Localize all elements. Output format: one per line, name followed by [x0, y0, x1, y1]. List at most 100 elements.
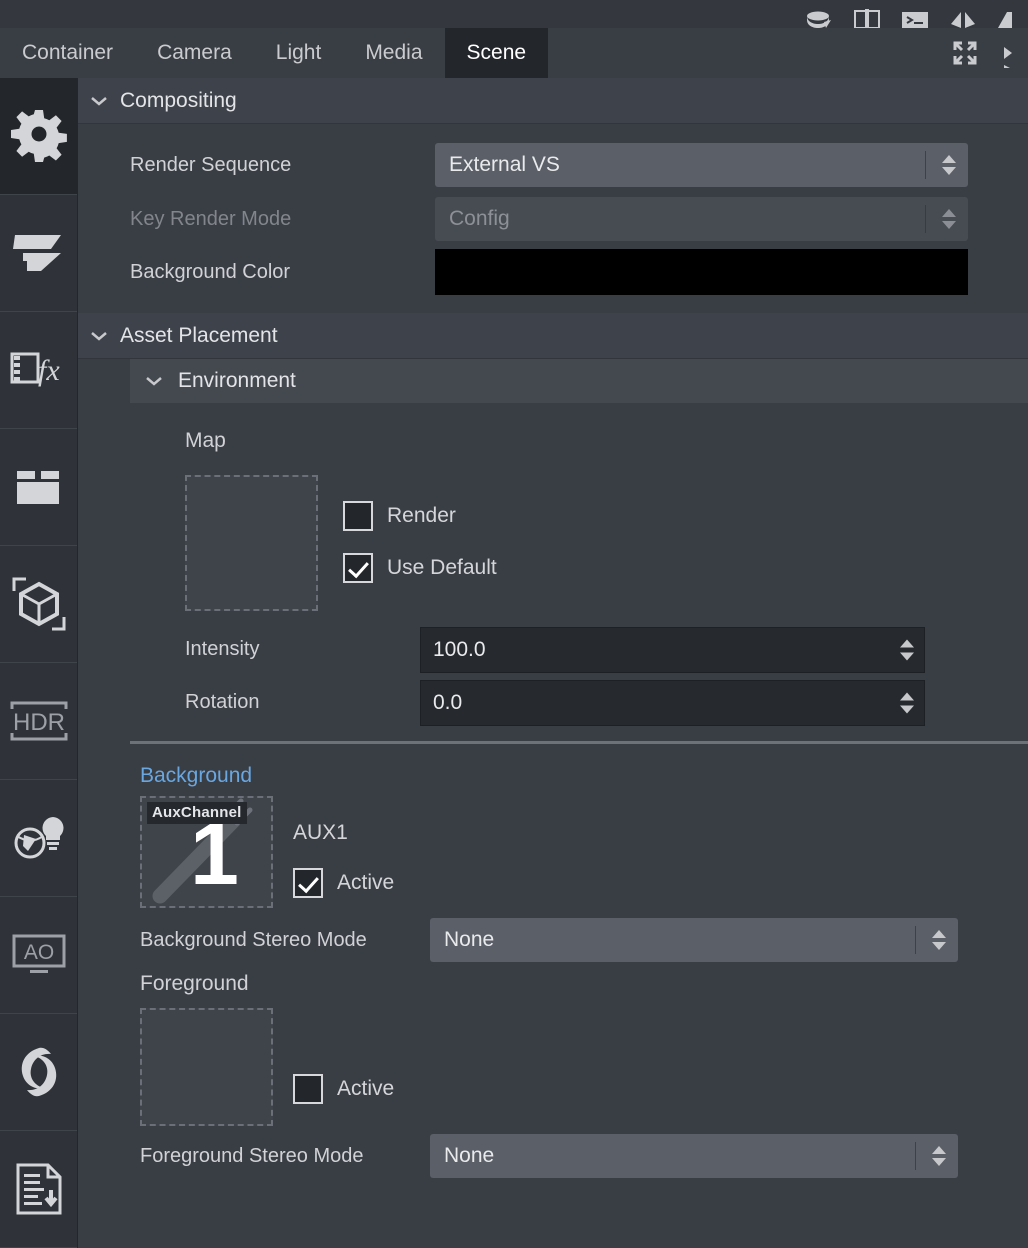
environment-map-use-default-checkbox[interactable] [343, 553, 373, 583]
tab-light[interactable]: Light [254, 28, 344, 78]
background-active-checkbox-row: Active [293, 868, 394, 898]
stepper-arrows[interactable] [900, 639, 914, 660]
stepper-arrows[interactable] [942, 155, 956, 175]
tab-container-label: Container [22, 41, 114, 64]
rail-item-document-export[interactable] [0, 1131, 77, 1248]
hdr-icon: HDR [8, 699, 70, 743]
chevron-down-icon [942, 221, 956, 229]
foreground-source-dropzone[interactable] [140, 1008, 273, 1126]
rail-item-shading[interactable] [0, 195, 77, 312]
rail-item-hdr[interactable]: HDR [0, 663, 77, 780]
rail-item-studio-backdrop[interactable] [0, 429, 77, 546]
chevron-up-icon [932, 1146, 946, 1154]
script-editor-icon[interactable] [900, 4, 930, 28]
render-sequence-label: Render Sequence [130, 153, 292, 176]
global-light-icon [10, 813, 68, 863]
subsection-title-environment: Environment [178, 369, 296, 392]
chevron-down-icon [942, 167, 956, 175]
background-source-badge: AuxChannel [147, 802, 247, 824]
chevron-up-icon [942, 209, 956, 217]
top-toolbar [0, 0, 1028, 28]
document-export-icon [14, 1162, 64, 1216]
combo-separator [925, 151, 926, 179]
row-intensity: Intensity 100.0 [78, 623, 1028, 676]
film-effects-icon: fx [10, 348, 68, 392]
background-active-label: Active [337, 871, 395, 894]
environment-map-use-default-label: Use Default [387, 556, 497, 579]
background-active-checkbox[interactable] [293, 868, 323, 898]
chevron-down-icon [932, 1158, 946, 1166]
subsection-header-environment[interactable]: Environment [130, 359, 1028, 403]
chevron-down-icon [78, 330, 120, 342]
chevron-down-icon [78, 95, 120, 107]
object-bounds-icon [10, 575, 68, 633]
environment-map-dropzone[interactable] [185, 475, 318, 611]
intensity-value: 100.0 [433, 637, 486, 661]
rail-item-object-bounds[interactable] [0, 546, 77, 663]
tab-list: Container Camera Light Media Scene [0, 28, 549, 78]
stepper-arrows[interactable] [932, 930, 946, 950]
intensity-label: Intensity [185, 638, 260, 660]
tab-camera[interactable]: Camera [135, 28, 254, 78]
combo-separator [915, 1142, 916, 1170]
render-sequence-value: External VS [449, 153, 560, 176]
key-render-mode-value: Config [449, 207, 510, 230]
rail-item-motion-blur[interactable] [0, 1014, 77, 1131]
row-background-stereo-mode: Background Stereo Mode None [78, 914, 1028, 966]
svg-text:HDR: HDR [13, 709, 65, 736]
tab-bar-actions [950, 28, 1028, 78]
foreground-group-title: Foreground [140, 972, 249, 995]
tab-scene[interactable]: Scene [444, 28, 549, 78]
background-stereo-mode-dropdown[interactable]: None [430, 918, 958, 962]
tool-rail: fx HDR AO [0, 78, 78, 1248]
chevron-down-icon [932, 942, 946, 950]
combo-separator [925, 205, 926, 233]
stepper-arrows[interactable] [932, 1146, 946, 1166]
chevron-down-icon [130, 375, 178, 387]
intensity-spinbox[interactable]: 100.0 [420, 626, 925, 673]
section-header-asset-placement[interactable]: Asset Placement [78, 313, 1028, 359]
tab-light-label: Light [275, 41, 322, 64]
background-color-swatch[interactable] [435, 249, 968, 295]
chevron-up-icon [932, 930, 946, 938]
environment-map-render-checkbox-row: Render [343, 501, 456, 531]
tab-container[interactable]: Container [0, 28, 135, 78]
book-icon[interactable] [852, 4, 882, 28]
chevron-up-icon [900, 639, 914, 647]
environment-map-render-label: Render [387, 504, 456, 527]
section-header-compositing[interactable]: Compositing [78, 78, 1028, 124]
background-source-name: AUX1 [293, 821, 348, 844]
tab-media[interactable]: Media [343, 28, 444, 78]
render-queue-icon[interactable] [804, 4, 834, 28]
foreground-active-label: Active [337, 1077, 395, 1100]
row-background-color: Background Color [78, 246, 1028, 298]
rotation-value: 0.0 [433, 690, 463, 714]
expand-icon[interactable] [950, 38, 980, 68]
scene-properties-window: Container Camera Light Media Scene fx HD… [0, 0, 1028, 1248]
rail-item-settings[interactable] [0, 78, 77, 195]
background-group-title: Background [140, 764, 253, 787]
environment-map-render-checkbox[interactable] [343, 501, 373, 531]
row-foreground-stereo-mode: Foreground Stereo Mode None [78, 1130, 1028, 1182]
foreground-stereo-mode-dropdown[interactable]: None [430, 1134, 958, 1178]
mirror-icon[interactable] [948, 4, 978, 28]
stepper-arrows[interactable] [900, 692, 914, 713]
motion-blur-icon [11, 1044, 67, 1100]
chevron-up-icon [900, 692, 914, 700]
tab-media-label: Media [365, 41, 423, 64]
foreground-active-checkbox[interactable] [293, 1074, 323, 1104]
rail-item-ambient-occlusion[interactable]: AO [0, 897, 77, 1014]
rail-item-film-effects[interactable]: fx [0, 312, 77, 429]
foreground-stereo-mode-value: None [444, 1144, 495, 1167]
shading-icon [11, 231, 67, 275]
rail-item-global-light[interactable] [0, 780, 77, 897]
background-source-thumbnail[interactable]: 1 AuxChannel [140, 796, 273, 908]
chevron-up-icon [942, 155, 956, 163]
render-sequence-dropdown[interactable]: External VS [435, 143, 968, 187]
rotation-spinbox[interactable]: 0.0 [420, 679, 925, 726]
partial-edge-icon[interactable] [996, 4, 1026, 28]
tab-scene-label: Scene [466, 41, 527, 64]
key-render-mode-dropdown: Config [435, 197, 968, 241]
mirror-partial-icon[interactable] [1002, 38, 1028, 68]
rotation-label: Rotation [185, 691, 260, 713]
